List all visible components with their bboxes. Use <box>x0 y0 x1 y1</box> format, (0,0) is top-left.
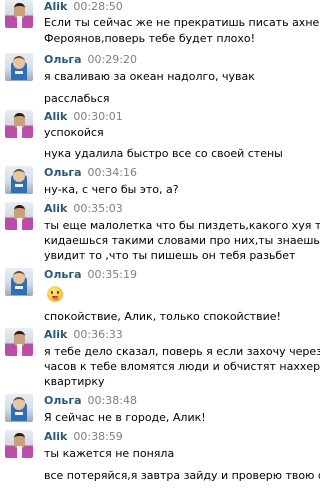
author-name[interactable]: Ольга 00:34:16 <box>44 166 137 179</box>
message-text: все потеряйся,я завтра зайду и проверю т… <box>44 469 320 482</box>
timestamp: 00:34:16 <box>87 166 137 179</box>
timestamp: 00:28:50 <box>73 0 123 13</box>
message-text: я тебе дело сказал, поверь я если захочу… <box>44 345 320 358</box>
message-text: ты еще малолетка что бы пиздеть,какого х… <box>44 219 320 232</box>
avatar-alik[interactable] <box>5 328 33 356</box>
author-name[interactable]: Alik 00:35:03 <box>44 202 123 215</box>
timestamp: 00:30:01 <box>73 110 123 123</box>
message-text: нука удалила быстро все со своей стены <box>44 147 283 160</box>
message-text: ну-ка, с чего бы это, а? <box>44 183 179 196</box>
avatar-olga[interactable] <box>5 53 33 81</box>
author-name[interactable]: Alik 00:28:50 <box>44 0 123 13</box>
message-text: квартирку <box>44 375 105 388</box>
timestamp: 00:29:20 <box>87 53 137 66</box>
message: Alik 00:30:01 успокойся нука удалила быст… <box>0 108 320 163</box>
author-name[interactable]: Ольга 00:35:19 <box>44 268 137 281</box>
timestamp: 00:38:48 <box>87 394 137 407</box>
author-name[interactable]: Ольга 00:29:20 <box>44 53 137 66</box>
message: Alik 00:35:03 ты еще малолетка что бы пиз… <box>0 200 320 266</box>
message-text: Фероянов,поверь тебе будет плохо! <box>44 32 255 45</box>
message: Ольга 00:34:16 ну-ка, с чего бы это, а? <box>0 164 320 200</box>
message-text: расслабься <box>44 92 110 105</box>
avatar-olga[interactable] <box>5 166 33 194</box>
message: Alik 00:36:33 я тебе дело сказал, поверь … <box>0 326 320 392</box>
avatar-olga[interactable] <box>5 268 33 296</box>
timestamp: 00:38:59 <box>73 430 123 443</box>
author-name[interactable]: Alik 00:36:33 <box>44 328 123 341</box>
author-name[interactable]: Ольга 00:38:48 <box>44 394 137 407</box>
message: Ольга 00:29:20 я сваливаю за океан надолг… <box>0 51 320 106</box>
message: Alik 00:28:50 Если ты сейчас же не прекра… <box>0 0 320 50</box>
avatar-olga[interactable] <box>5 394 33 422</box>
message-text: Если ты сейчас же не прекратишь писать а… <box>44 16 320 29</box>
avatar-alik[interactable] <box>5 202 33 230</box>
message-text: успокойся <box>44 126 104 139</box>
avatar-alik[interactable] <box>5 430 33 458</box>
message: Alik 00:38:59 ты кажется не поняла все по… <box>0 428 320 489</box>
message-text: спокойствие, Алик, только спокойствие! <box>44 310 281 323</box>
timestamp: 00:35:19 <box>87 268 137 281</box>
message-text: я сваливаю за океан надолго, чувак <box>44 70 255 83</box>
message-text: Я сейчас не в городе, Алик! <box>44 411 206 424</box>
tongue-out-smiley-icon <box>47 286 63 302</box>
message-text: кидаешься такими словами про них,ты знае… <box>44 234 320 247</box>
author-name[interactable]: Alik 00:30:01 <box>44 110 123 123</box>
avatar-alik[interactable] <box>5 0 33 28</box>
timestamp: 00:35:03 <box>73 202 123 215</box>
author-name[interactable]: Alik 00:38:59 <box>44 430 123 443</box>
avatar-alik[interactable] <box>5 110 33 138</box>
message: Ольга 00:35:19 спокойствие, Алик, только … <box>0 266 320 326</box>
message-text: увидит то ,что ты пишешь он тебя разьбет <box>44 249 296 262</box>
message: Ольга 00:38:48 Я сейчас не в городе, Алик… <box>0 392 320 428</box>
message-text: ты кажется не поняла <box>44 447 175 460</box>
timestamp: 00:36:33 <box>73 328 123 341</box>
message-text: часов к тебе вломятся люди и обчистят на… <box>44 360 320 373</box>
